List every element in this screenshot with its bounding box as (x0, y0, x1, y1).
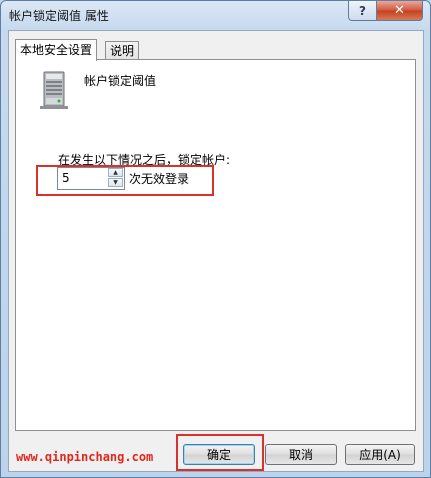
close-icon: ✕ (394, 3, 405, 18)
threshold-stepper: ▲ ▼ (57, 167, 125, 190)
watermark-text: www.qinpinchang.com (16, 450, 154, 464)
policy-name: 帐户锁定阈值 (84, 74, 157, 88)
properties-window: 帐户锁定阈值 属性 ? ✕ 本地安全设置 说明 帐户锁定阈值 在发生以下情况之后… (0, 0, 431, 478)
spin-down-button[interactable]: ▼ (108, 178, 123, 187)
window-title: 帐户锁定阈值 属性 (9, 9, 109, 23)
threshold-input[interactable] (58, 168, 110, 187)
down-arrow-icon: ▼ (113, 179, 118, 186)
server-icon (40, 71, 68, 109)
help-icon: ? (359, 3, 366, 18)
ok-button[interactable]: 确定 (183, 444, 255, 465)
up-arrow-icon: ▲ (113, 169, 118, 176)
spin-up-button[interactable]: ▲ (108, 168, 123, 177)
cancel-button[interactable]: 取消 (265, 444, 337, 465)
lockout-label: 在发生以下情况之后，锁定帐户: (58, 153, 231, 167)
apply-button[interactable]: 应用(A) (345, 444, 415, 465)
threshold-unit-label: 次无效登录 (129, 172, 190, 186)
tab-local-security-setting[interactable]: 本地安全设置 (15, 39, 98, 61)
tab-panel: 帐户锁定阈值 在发生以下情况之后，锁定帐户: ▲ ▼ 次无效登录 (15, 59, 416, 431)
help-button[interactable]: ? (348, 1, 377, 21)
title-bar[interactable]: 帐户锁定阈值 属性 ? ✕ (1, 1, 430, 31)
close-button[interactable]: ✕ (376, 1, 423, 21)
dialog-client-area: 本地安全设置 说明 帐户锁定阈值 在发生以下情况之后，锁定帐户: ▲ (8, 30, 424, 472)
tab-explain[interactable]: 说明 (105, 41, 140, 60)
